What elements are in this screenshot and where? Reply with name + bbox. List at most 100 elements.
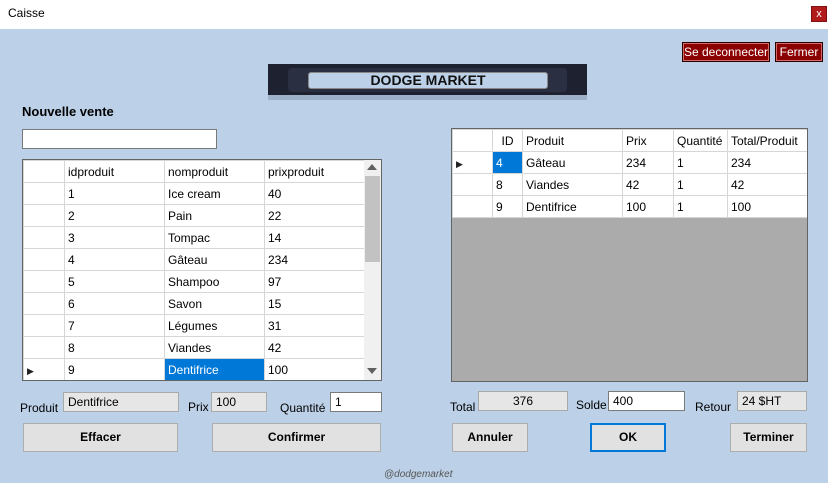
row-header[interactable] — [23, 292, 65, 315]
table-cell[interactable]: 42 — [264, 336, 367, 359]
column-header[interactable]: Total/Produit — [727, 129, 807, 152]
table-row[interactable]: 5 Shampoo 97 — [23, 270, 367, 293]
table-cell[interactable]: 3 — [64, 226, 165, 249]
table-cell[interactable]: 100 — [264, 358, 367, 380]
product-search-input[interactable] — [22, 129, 217, 149]
table-cell[interactable]: Dentifrice — [522, 195, 623, 218]
table-cell[interactable]: Tompac — [164, 226, 265, 249]
table-row-current[interactable]: ▶ 4 Gâteau 234 1 234 — [452, 151, 807, 174]
row-header[interactable] — [23, 314, 65, 337]
table-cell[interactable]: 234 — [622, 151, 674, 174]
table-row[interactable]: 2 Pain 22 — [23, 204, 367, 227]
row-header[interactable] — [23, 336, 65, 359]
table-cell[interactable]: 1 — [673, 195, 728, 218]
table-cell[interactable]: 14 — [264, 226, 367, 249]
table-row-current[interactable]: ▶ 9 Dentifrice 100 — [23, 358, 367, 380]
table-cell[interactable]: 42 — [622, 173, 674, 196]
row-header[interactable] — [23, 270, 65, 293]
column-header[interactable]: nomproduit — [164, 160, 265, 183]
column-header[interactable]: Produit — [522, 129, 623, 152]
table-cell-selected[interactable]: 4 — [492, 151, 523, 174]
close-button[interactable]: Fermer — [775, 42, 823, 62]
row-header[interactable] — [23, 226, 65, 249]
logout-button[interactable]: Se deconnecter — [682, 42, 770, 62]
table-cell[interactable]: 15 — [264, 292, 367, 315]
row-header[interactable] — [23, 204, 65, 227]
current-row-arrow-icon: ▶ — [27, 365, 34, 376]
table-cell[interactable]: 1 — [673, 173, 728, 196]
table-cell[interactable]: 40 — [264, 182, 367, 205]
table-cell[interactable]: 8 — [64, 336, 165, 359]
row-header[interactable] — [452, 195, 493, 218]
row-header-corner — [452, 129, 493, 152]
row-header[interactable] — [452, 173, 493, 196]
table-cell[interactable]: 234 — [264, 248, 367, 271]
total-label: Total — [450, 400, 476, 414]
ok-button[interactable]: OK — [590, 423, 666, 452]
row-header[interactable]: ▶ — [23, 358, 65, 380]
table-row[interactable]: 4 Gâteau 234 — [23, 248, 367, 271]
table-cell[interactable]: 22 — [264, 204, 367, 227]
scroll-up-icon[interactable] — [367, 164, 377, 170]
table-cell[interactable]: 234 — [727, 151, 807, 174]
row-header[interactable]: ▶ — [452, 151, 493, 174]
table-cell[interactable]: 6 — [64, 292, 165, 315]
table-cell[interactable]: 100 — [622, 195, 674, 218]
table-row[interactable]: 6 Savon 15 — [23, 292, 367, 315]
table-row[interactable]: 3 Tompac 14 — [23, 226, 367, 249]
table-cell[interactable]: 8 — [492, 173, 523, 196]
column-header[interactable]: idproduit — [64, 160, 165, 183]
table-row[interactable]: 8 Viandes 42 1 42 — [452, 173, 807, 196]
table-cell[interactable]: Viandes — [164, 336, 265, 359]
table-cell[interactable]: 9 — [64, 358, 165, 380]
table-cell[interactable]: 100 — [727, 195, 807, 218]
row-header[interactable] — [23, 248, 65, 271]
cart-grid[interactable]: ID Produit Prix Quantité Total/Produit ▶… — [451, 128, 808, 382]
table-row[interactable]: 1 Ice cream 40 — [23, 182, 367, 205]
table-cell[interactable]: Gâteau — [164, 248, 265, 271]
table-cell[interactable]: 1 — [673, 151, 728, 174]
quantity-input[interactable] — [330, 392, 382, 412]
table-row[interactable]: 7 Légumes 31 — [23, 314, 367, 337]
table-cell[interactable]: Ice cream — [164, 182, 265, 205]
table-cell[interactable]: Gâteau — [522, 151, 623, 174]
table-cell[interactable]: 5 — [64, 270, 165, 293]
column-header[interactable]: Prix — [622, 129, 674, 152]
products-grid[interactable]: idproduit nomproduit prixproduit 1 Ice cr… — [22, 159, 382, 381]
table-cell[interactable]: 42 — [727, 173, 807, 196]
table-cell[interactable]: 31 — [264, 314, 367, 337]
table-cell[interactable]: Légumes — [164, 314, 265, 337]
quantity-label: Quantité — [280, 401, 326, 415]
confirm-button[interactable]: Confirmer — [212, 423, 381, 452]
table-row[interactable]: 8 Viandes 42 — [23, 336, 367, 359]
products-scrollbar[interactable] — [364, 160, 381, 380]
column-header[interactable]: Quantité — [673, 129, 728, 152]
cancel-button[interactable]: Annuler — [452, 423, 528, 452]
table-cell[interactable]: Pain — [164, 204, 265, 227]
price-label: Prix — [188, 400, 209, 414]
clear-button[interactable]: Effacer — [23, 423, 178, 452]
new-sale-title: Nouvelle vente — [22, 104, 114, 119]
window-close-button[interactable]: x — [811, 6, 827, 22]
table-row[interactable]: 9 Dentifrice 100 1 100 — [452, 195, 807, 218]
scroll-thumb[interactable] — [365, 176, 380, 262]
store-banner: DODGE MARKET — [268, 64, 587, 100]
table-cell[interactable]: 1 — [64, 182, 165, 205]
title-bar — [0, 0, 828, 29]
table-cell[interactable]: 97 — [264, 270, 367, 293]
finish-button[interactable]: Terminer — [730, 423, 807, 452]
table-cell[interactable]: 9 — [492, 195, 523, 218]
table-cell[interactable]: Savon — [164, 292, 265, 315]
table-cell[interactable]: 2 — [64, 204, 165, 227]
column-header[interactable]: ID — [492, 129, 523, 152]
column-header[interactable]: prixproduit — [264, 160, 367, 183]
table-cell-selected[interactable]: Dentifrice — [164, 358, 265, 380]
table-cell[interactable]: 4 — [64, 248, 165, 271]
table-cell[interactable]: Shampoo — [164, 270, 265, 293]
window-title: Caisse — [8, 6, 45, 20]
scroll-down-icon[interactable] — [367, 368, 377, 374]
table-cell[interactable]: Viandes — [522, 173, 623, 196]
table-cell[interactable]: 7 — [64, 314, 165, 337]
balance-input[interactable] — [608, 391, 685, 411]
row-header[interactable] — [23, 182, 65, 205]
